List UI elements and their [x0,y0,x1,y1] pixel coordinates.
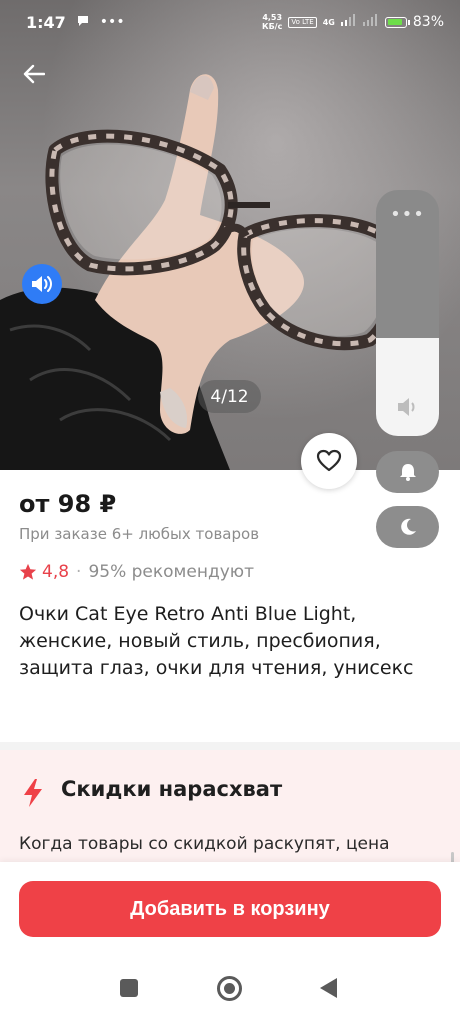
system-back-button[interactable] [320,978,337,998]
back-button[interactable] [18,58,50,90]
price-condition: При заказе 6+ любых товаров [19,525,260,543]
promo-section[interactable]: Скидки нарасхват Когда товары со скидкой… [0,750,460,862]
volume-menu-icon[interactable]: ••• [376,204,439,225]
volume-icon [398,398,415,416]
ring-mode-button[interactable] [376,451,439,493]
bell-icon [399,464,416,481]
image-counter: 4/12 [198,380,261,413]
favorite-button[interactable] [301,433,357,489]
home-button[interactable] [217,976,242,1001]
section-divider [0,742,460,750]
volume-level-fill [376,337,439,436]
status-bar: 1:47 ••• 4,53 КБ/с Vo LTE 4G 83% [0,0,460,44]
signal-icon-2 [362,14,379,30]
battery-percent: 83% [412,14,444,30]
recent-apps-button[interactable] [120,979,138,997]
battery-icon [384,16,410,28]
product-price: от 98 ₽ [19,490,117,518]
speaker-icon [32,276,52,292]
recommend-percent: 95% рекомендуют [88,562,254,582]
volte-badge: Vo LTE [288,16,317,28]
rating-value: 4,8 [42,562,70,582]
network-speed-unit: КБ/с [262,22,283,31]
rating-separator: · [76,562,82,582]
signal-icon [340,14,357,30]
moon-icon [400,518,416,535]
rating-row[interactable]: 4,8 · 95% рекомендуют [19,562,254,582]
video-sound-button[interactable] [22,264,62,304]
network-type: 4G [322,17,335,27]
back-arrow-icon [23,64,45,84]
do-not-disturb-button[interactable] [376,506,439,548]
more-notifications-icon: ••• [99,14,125,30]
network-speed: 4,53 КБ/с [262,13,282,31]
product-title: Очки Cat Eye Retro Anti Blue Light, женс… [19,603,414,679]
lightning-icon [24,779,42,807]
promo-title: Скидки нарасхват [61,777,283,801]
heart-icon [316,449,342,472]
promo-text: Когда товары со скидкой раскупят, цена [19,834,390,854]
add-to-cart-button[interactable]: Добавить в корзину [19,881,441,937]
system-nav-bar [0,954,460,1024]
volume-slider[interactable]: ••• [376,190,439,436]
star-icon [19,563,37,580]
network-speed-value: 4,53 [262,13,283,22]
message-icon [76,13,90,32]
clock: 1:47 [26,12,66,32]
